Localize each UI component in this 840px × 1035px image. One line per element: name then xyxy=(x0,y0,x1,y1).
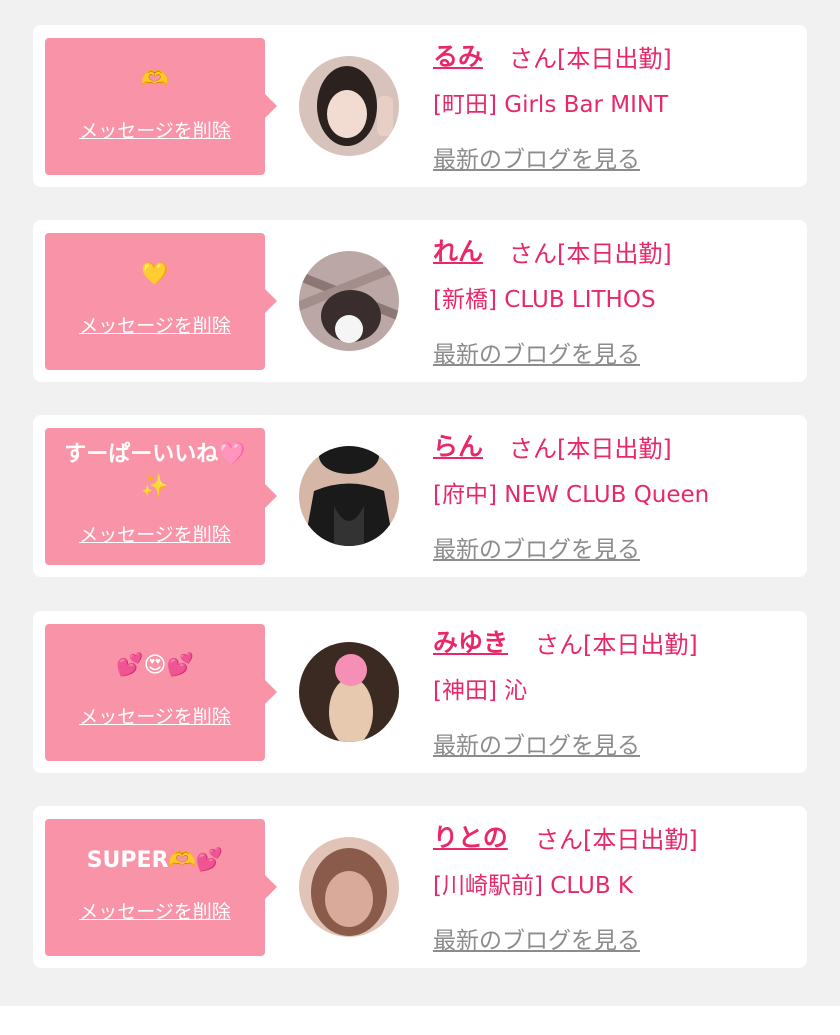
message-bubble: 🫶 メッセージを削除 xyxy=(45,38,277,175)
delete-message-link[interactable]: メッセージを削除 xyxy=(45,702,265,729)
delete-message-link[interactable]: メッセージを削除 xyxy=(45,116,265,143)
name-suffix: さん[本日出勤] xyxy=(509,45,672,73)
message-text: 🫶 xyxy=(141,67,169,92)
profile-photo-icon xyxy=(299,642,399,742)
cast-name-link[interactable]: らん xyxy=(433,427,483,463)
message-text: 💛 xyxy=(141,262,169,287)
message-bubble: SUPER🫶💕 メッセージを削除 xyxy=(45,819,277,956)
message-card: 💕😍💕 メッセージを削除 みゆき さん[本日出勤] [神田] 沁 最新のブログを… xyxy=(33,611,807,773)
shop-name: [府中] NEW CLUB Queen xyxy=(433,482,710,508)
shop-name: [町田] Girls Bar MINT xyxy=(433,92,669,118)
message-text: 💕😍💕 xyxy=(116,653,194,678)
shop-name: [川崎駅前] CLUB K xyxy=(433,873,633,899)
shop-name: [新橋] CLUB LITHOS xyxy=(433,287,656,313)
message-text: SUPER🫶💕 xyxy=(86,848,224,873)
message-bubble: 💕😍💕 メッセージを削除 xyxy=(45,624,277,761)
cast-name-link[interactable]: るみ xyxy=(433,37,483,73)
latest-blog-link[interactable]: 最新のブログを見る xyxy=(433,335,640,369)
profile-photo-icon xyxy=(299,446,399,546)
message-bubble: すーぱーいいね🩷 ✨ メッセージを削除 xyxy=(45,428,277,565)
footer-strip xyxy=(0,1006,840,1035)
latest-blog-link[interactable]: 最新のブログを見る xyxy=(433,140,640,174)
avatar[interactable] xyxy=(299,837,399,937)
latest-blog-link[interactable]: 最新のブログを見る xyxy=(433,921,640,955)
latest-blog-link[interactable]: 最新のブログを見る xyxy=(433,530,640,564)
name-suffix: さん[本日出勤] xyxy=(509,240,672,268)
delete-message-link[interactable]: メッセージを削除 xyxy=(45,311,265,338)
shop-name: [神田] 沁 xyxy=(433,678,528,704)
avatar[interactable] xyxy=(299,642,399,742)
message-text: すーぱーいいね🩷 ✨ xyxy=(64,442,246,499)
name-suffix: さん[本日出勤] xyxy=(535,826,698,854)
profile-photo-icon xyxy=(299,251,399,351)
delete-message-link[interactable]: メッセージを削除 xyxy=(45,520,265,547)
message-card: 💛 メッセージを削除 れん さん[本日出勤] [新橋] CLUB LITHOS … xyxy=(33,220,807,382)
delete-message-link[interactable]: メッセージを削除 xyxy=(45,897,265,924)
avatar[interactable] xyxy=(299,56,399,156)
profile-photo-icon xyxy=(299,56,399,156)
name-suffix: さん[本日出勤] xyxy=(535,631,698,659)
avatar[interactable] xyxy=(299,251,399,351)
message-bubble: 💛 メッセージを削除 xyxy=(45,233,277,370)
profile-photo-icon xyxy=(299,837,399,937)
cast-name-link[interactable]: りとの xyxy=(433,818,508,854)
cast-name-link[interactable]: れん xyxy=(433,232,483,268)
latest-blog-link[interactable]: 最新のブログを見る xyxy=(433,726,640,760)
name-suffix: さん[本日出勤] xyxy=(509,435,672,463)
avatar[interactable] xyxy=(299,446,399,546)
cast-name-link[interactable]: みゆき xyxy=(433,623,508,659)
message-card: SUPER🫶💕 メッセージを削除 りとの さん[本日出勤] [川崎駅前] CLU… xyxy=(33,806,807,968)
message-card: 🫶 メッセージを削除 るみ さん[本日出勤] [町田] Girls Bar MI… xyxy=(33,25,807,187)
message-card: すーぱーいいね🩷 ✨ メッセージを削除 らん さん[本日出勤] [府中] NEW… xyxy=(33,415,807,577)
